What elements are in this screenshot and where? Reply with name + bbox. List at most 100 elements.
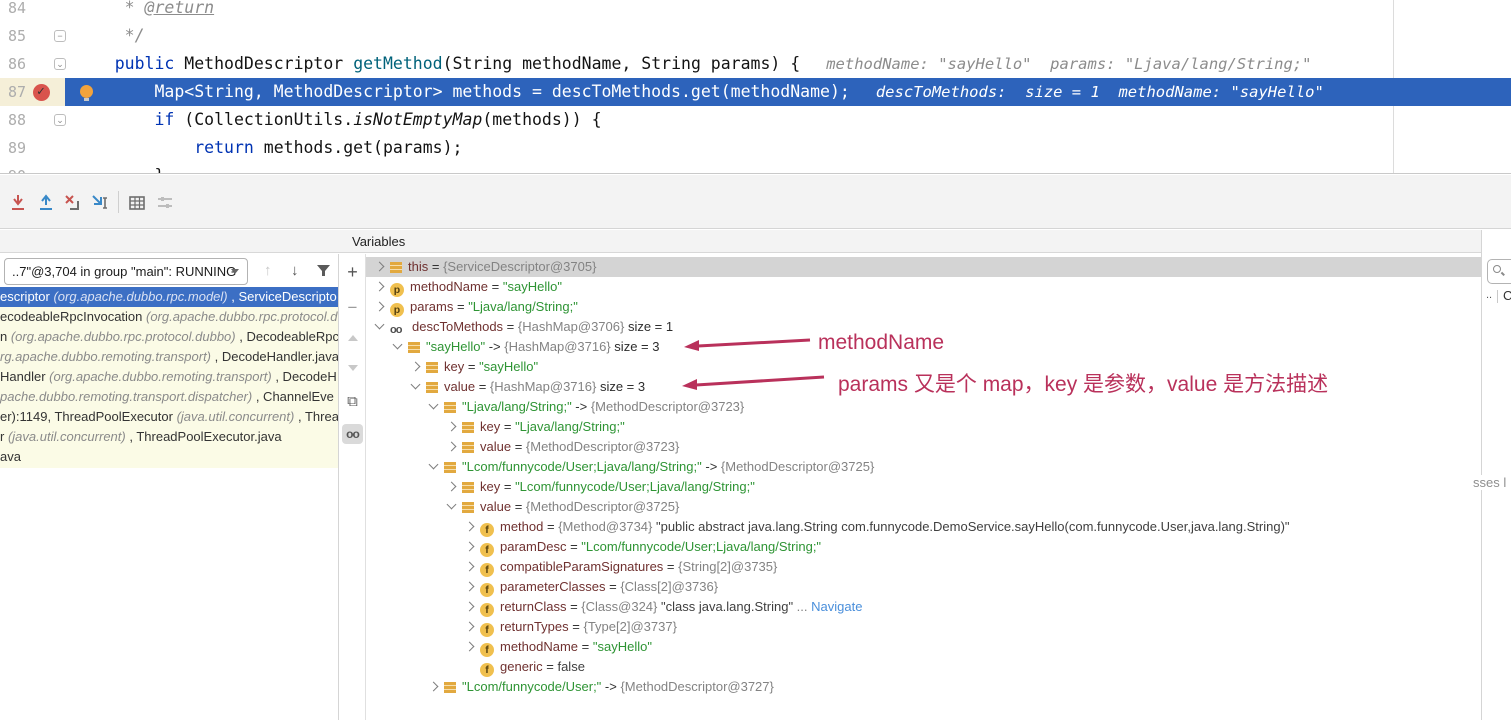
variable-row[interactable]: pmethodName = "sayHello": [366, 277, 1481, 297]
code-line-body[interactable]: * @return: [65, 0, 1511, 22]
move-watch-down-button[interactable]: [342, 358, 363, 378]
stack-frame-row[interactable]: escriptor (org.apache.dubbo.rpc.model) ,…: [0, 287, 339, 307]
chevron-right-icon[interactable]: [465, 602, 475, 612]
code-line[interactable]: 86⌄ public MethodDescriptor getMethod(St…: [0, 50, 1511, 78]
editor-gutter[interactable]: 90: [0, 162, 65, 174]
code-line[interactable]: 88⌄ if (CollectionUtils.isNotEmptyMap(me…: [0, 106, 1511, 134]
chevron-right-icon[interactable]: [465, 582, 475, 592]
remove-watch-button[interactable]: −: [342, 298, 363, 318]
annotation-label-methodname: methodName: [818, 331, 944, 355]
editor-gutter[interactable]: 84: [0, 0, 65, 22]
step-out-button[interactable]: [36, 193, 56, 213]
variable-row[interactable]: key = "Lcom/funnycode/User;Ljava/lang/St…: [366, 477, 1481, 497]
chevron-right-icon[interactable]: [465, 562, 475, 572]
stack-frame-row[interactable]: Handler (org.apache.dubbo.remoting.trans…: [0, 367, 339, 387]
chevron-down-icon[interactable]: [393, 340, 403, 350]
editor-gutter[interactable]: 87: [0, 78, 65, 106]
chevron-right-icon[interactable]: [465, 642, 475, 652]
variable-row[interactable]: fmethodName = "sayHello": [366, 637, 1481, 657]
move-watch-up-button[interactable]: [342, 328, 363, 348]
param-icon: p: [390, 303, 404, 317]
chevron-right-icon[interactable]: [465, 522, 475, 532]
stack-frame-row[interactable]: rg.apache.dubbo.remoting.transport) , De…: [0, 347, 339, 367]
code-line-body[interactable]: public MethodDescriptor getMethod(String…: [65, 50, 1511, 78]
stack-frame-row[interactable]: pache.dubbo.remoting.transport.dispatche…: [0, 387, 339, 407]
chevron-right-icon[interactable]: [429, 682, 439, 692]
run-to-cursor-button[interactable]: [90, 193, 110, 213]
chevron-right-icon[interactable]: [447, 422, 457, 432]
previous-frame-button[interactable]: ↑: [264, 262, 272, 279]
chevron-right-icon[interactable]: [447, 442, 457, 452]
variable-row[interactable]: fmethod = {Method@3734} "public abstract…: [366, 517, 1481, 537]
code-line[interactable]: 84 * @return: [0, 0, 1511, 22]
code-line[interactable]: 85− */: [0, 22, 1511, 50]
chevron-down-icon[interactable]: [447, 500, 457, 510]
stack-frame-row[interactable]: er):1149, ThreadPoolExecutor (java.util.…: [0, 407, 339, 427]
code-line[interactable]: 87 Map<String, MethodDescriptor> methods…: [0, 78, 1511, 106]
code-line[interactable]: 90 }: [0, 162, 1511, 174]
variable-row[interactable]: fparamDesc = "Lcom/funnycode/User;Ljava/…: [366, 537, 1481, 557]
code-line-body[interactable]: Map<String, MethodDescriptor> methods = …: [65, 78, 1511, 106]
stack-frame-row[interactable]: r (java.util.concurrent) , ThreadPoolExe…: [0, 427, 339, 447]
view-as-table-button[interactable]: [127, 193, 147, 213]
variables-panel-title: Variables: [352, 234, 405, 249]
code-line-body[interactable]: if (CollectionUtils.isNotEmptyMap(method…: [65, 106, 1511, 134]
variable-row[interactable]: freturnClass = {Class@324} "class java.l…: [366, 597, 1481, 617]
code-editor[interactable]: 84 * @return85− */86⌄ public MethodDescr…: [0, 0, 1511, 174]
add-watch-button[interactable]: +: [342, 262, 363, 282]
variable-row[interactable]: fcompatibleParamSignatures = {String[2]@…: [366, 557, 1481, 577]
variable-row[interactable]: fparameterClasses = {Class[2]@3736}: [366, 577, 1481, 597]
layout-settings-button[interactable]: [155, 193, 175, 213]
thread-selector-dropdown[interactable]: ..7"@3,704 in group "main": RUNNING: [4, 258, 248, 285]
chevron-down-icon[interactable]: [375, 320, 385, 330]
chevron-right-icon[interactable]: [375, 262, 385, 272]
stack-frame-row[interactable]: n (org.apache.dubbo.rpc.protocol.dubbo) …: [0, 327, 339, 347]
stack-frame-row[interactable]: ava: [0, 447, 339, 467]
next-frame-button[interactable]: ↓: [291, 262, 299, 279]
chevron-right-icon[interactable]: [411, 362, 421, 372]
code-text: }: [75, 162, 164, 174]
annotation-arrow-1: [682, 334, 812, 354]
code-line[interactable]: 89 return methods.get(params);: [0, 134, 1511, 162]
value-icon: [444, 682, 456, 693]
chevron-right-icon[interactable]: [447, 482, 457, 492]
breakpoint-icon[interactable]: [33, 84, 50, 101]
show-watches-toggle[interactable]: oo: [342, 424, 363, 444]
variable-row[interactable]: freturnTypes = {Type[2]@3737}: [366, 617, 1481, 637]
chevron-down-icon[interactable]: [411, 380, 421, 390]
watches-toolbar: + − ⧉ oo: [339, 254, 366, 720]
variable-row[interactable]: "Lcom/funnycode/User;Ljava/lang/String;"…: [366, 457, 1481, 477]
chevron-right-icon[interactable]: [375, 282, 385, 292]
variable-row[interactable]: pparams = "Ljava/lang/String;": [366, 297, 1481, 317]
duplicate-watch-button[interactable]: ⧉: [342, 392, 363, 412]
code-line-body[interactable]: return methods.get(params);: [65, 134, 1511, 162]
editor-gutter[interactable]: 89: [0, 134, 65, 162]
chevron-right-icon[interactable]: [465, 622, 475, 632]
chevron-down-icon[interactable]: [429, 400, 439, 410]
value-icon: [426, 362, 438, 373]
drop-frame-button[interactable]: [62, 193, 82, 213]
stack-frame-row[interactable]: ecodeableRpcInvocation (org.apache.dubbo…: [0, 307, 339, 327]
filter-frames-icon[interactable]: [316, 264, 331, 278]
variable-row[interactable]: "Lcom/funnycode/User;" -> {MethodDescrip…: [366, 677, 1481, 697]
navigate-link[interactable]: Navigate: [811, 599, 862, 614]
variable-row[interactable]: value = {MethodDescriptor@3723}: [366, 437, 1481, 457]
step-into-button[interactable]: [8, 193, 28, 213]
editor-gutter[interactable]: 86⌄: [0, 50, 65, 78]
inline-debug-hint: descToMethods: size = 1 methodName: "say…: [876, 83, 1324, 101]
search-icon: [1493, 265, 1501, 273]
variable-row[interactable]: this = {ServiceDescriptor@3705}: [366, 257, 1481, 277]
field-icon: f: [480, 643, 494, 657]
chevron-down-icon[interactable]: [429, 460, 439, 470]
variable-row[interactable]: key = "Ljava/lang/String;": [366, 417, 1481, 437]
chevron-right-icon[interactable]: [375, 302, 385, 312]
editor-gutter[interactable]: 85−: [0, 22, 65, 50]
variable-row[interactable]: fgeneric = false: [366, 657, 1481, 677]
variable-row[interactable]: value = {MethodDescriptor@3725}: [366, 497, 1481, 517]
field-icon: f: [480, 623, 494, 637]
variable-row[interactable]: "Ljava/lang/String;" -> {MethodDescripto…: [366, 397, 1481, 417]
code-line-body[interactable]: }: [65, 162, 1511, 174]
chevron-right-icon[interactable]: [465, 542, 475, 552]
editor-gutter[interactable]: 88⌄: [0, 106, 65, 134]
code-line-body[interactable]: */: [65, 22, 1511, 50]
